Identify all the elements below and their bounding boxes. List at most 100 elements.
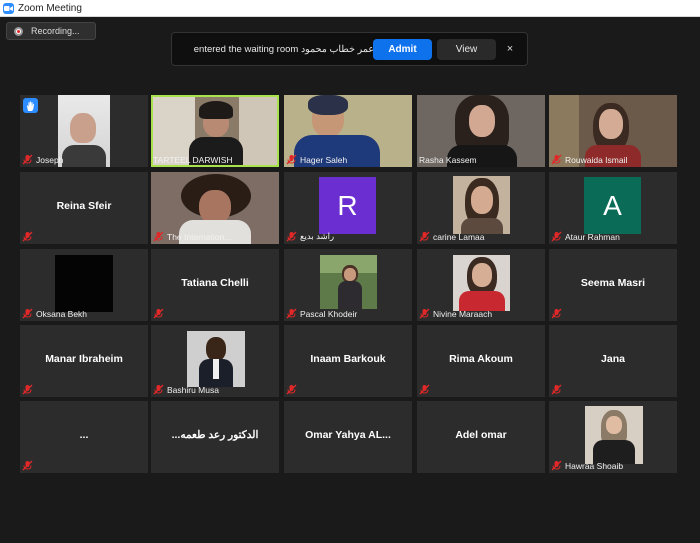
microphone-muted-icon bbox=[551, 154, 562, 165]
participant-video bbox=[187, 331, 245, 387]
participant-tile[interactable]: Adel omar bbox=[417, 401, 545, 473]
participant-label: Bashiru Musa bbox=[153, 384, 219, 395]
participant-tile[interactable]: carine Lamaa bbox=[417, 172, 545, 244]
view-button[interactable]: View bbox=[437, 39, 496, 60]
participant-tile[interactable]: Rasha Kassem bbox=[417, 95, 545, 167]
participant-name: Manar Ibraheim bbox=[45, 353, 123, 365]
participant-name: Inaam Barkouk bbox=[310, 353, 386, 365]
microphone-muted-icon bbox=[551, 460, 562, 471]
participant-label bbox=[551, 308, 565, 319]
microphone-muted-icon bbox=[551, 231, 562, 242]
participant-label: carine Lamaa bbox=[419, 231, 485, 242]
participant-name: Nivine Maraach bbox=[433, 308, 493, 319]
participant-label: Pascal Khodeir bbox=[286, 308, 357, 319]
participant-video bbox=[55, 255, 113, 312]
participant-label: Hager Saleh bbox=[286, 154, 347, 165]
microphone-muted-icon bbox=[419, 384, 430, 395]
microphone-muted-icon bbox=[22, 460, 33, 471]
participant-tile[interactable]: Manar Ibraheim bbox=[20, 325, 148, 397]
participant-name: Hager Saleh bbox=[300, 154, 348, 165]
microphone-muted-icon bbox=[286, 154, 297, 165]
participant-video bbox=[320, 255, 377, 309]
participant-label bbox=[153, 308, 167, 319]
participant-tile[interactable]: Rouwaida Ismail bbox=[549, 95, 677, 167]
participant-name: The Internation... bbox=[167, 231, 232, 242]
participant-name: TARTEEL DARWISH bbox=[153, 155, 233, 165]
participant-tile[interactable]: Oksana Bekh bbox=[20, 249, 148, 321]
participant-avatar: R bbox=[319, 177, 376, 234]
participant-name: Reina Sfeir bbox=[56, 200, 112, 212]
participant-name: راشد بديع bbox=[300, 231, 335, 241]
participant-tile[interactable]: Hager Saleh bbox=[284, 95, 412, 167]
participant-name: carine Lamaa bbox=[433, 231, 485, 242]
participant-video bbox=[453, 176, 510, 234]
participant-tile[interactable]: R راشد بديع bbox=[284, 172, 412, 244]
microphone-muted-icon bbox=[419, 231, 430, 242]
participant-name: Rouwaida Ismail bbox=[565, 154, 628, 165]
close-notification-icon[interactable]: × bbox=[504, 41, 516, 57]
microphone-muted-icon bbox=[551, 384, 562, 395]
participant-name: ... bbox=[79, 429, 89, 441]
participant-tile[interactable]: Omar Yahya AL... bbox=[284, 401, 412, 473]
participant-tile[interactable]: A Ataur Rahman bbox=[549, 172, 677, 244]
participant-label: The Internation... bbox=[153, 231, 231, 242]
participant-tile[interactable]: Reina Sfeir bbox=[20, 172, 148, 244]
participant-name: Rasha Kassem bbox=[419, 155, 477, 165]
admit-button[interactable]: Admit bbox=[373, 39, 432, 60]
participant-avatar: A bbox=[584, 177, 641, 234]
participant-tile[interactable]: Bashiru Musa bbox=[151, 325, 279, 397]
microphone-muted-icon bbox=[551, 308, 562, 319]
participant-tile[interactable]: Inaam Barkouk bbox=[284, 325, 412, 397]
microphone-muted-icon bbox=[286, 231, 297, 242]
participant-tile[interactable]: The Internation... bbox=[151, 172, 279, 244]
participant-label: Oksana Bekh bbox=[22, 308, 87, 319]
participant-name: Ataur Rahman bbox=[565, 231, 620, 242]
participant-tile[interactable]: Rima Akoum bbox=[417, 325, 545, 397]
participant-name: Rima Akoum bbox=[449, 353, 513, 365]
participant-name: Adel omar bbox=[455, 429, 507, 441]
participant-name: Hawraa Shoaib bbox=[565, 460, 624, 471]
participant-label bbox=[22, 384, 36, 395]
participant-video bbox=[453, 255, 510, 311]
participant-tile-active-speaker[interactable]: TARTEEL DARWISH bbox=[151, 95, 279, 167]
participant-label bbox=[286, 384, 300, 395]
microphone-muted-icon bbox=[153, 308, 164, 319]
participant-tile[interactable]: Pascal Khodeir bbox=[284, 249, 412, 321]
participant-tile[interactable]: Seema Masri bbox=[549, 249, 677, 321]
participant-label bbox=[22, 231, 36, 242]
participant-label: Nivine Maraach bbox=[419, 308, 492, 319]
waiting-room-notification: عمر خطاب محمود entered the waiting room … bbox=[171, 32, 528, 66]
participant-name: Tatiana Chelli bbox=[181, 277, 249, 289]
participant-label: Joseph bbox=[22, 154, 63, 165]
participant-tile[interactable]: الدكتور رعد طعمه... bbox=[151, 401, 279, 473]
participant-video bbox=[58, 95, 110, 167]
zoom-app-icon bbox=[3, 2, 14, 14]
participant-video bbox=[585, 406, 643, 464]
participant-name: Joseph bbox=[36, 154, 64, 165]
microphone-muted-icon bbox=[153, 384, 164, 395]
raised-hand-icon bbox=[23, 98, 38, 113]
participant-name: Omar Yahya AL... bbox=[305, 429, 391, 441]
participant-tile[interactable]: Tatiana Chelli bbox=[151, 249, 279, 321]
participant-tile[interactable]: Jana bbox=[549, 325, 677, 397]
microphone-muted-icon bbox=[419, 308, 430, 319]
participant-label bbox=[551, 384, 565, 395]
microphone-muted-icon bbox=[22, 384, 33, 395]
participant-tile[interactable]: Nivine Maraach bbox=[417, 249, 545, 321]
participant-name: Seema Masri bbox=[580, 277, 646, 289]
record-icon bbox=[14, 26, 23, 36]
participant-tile[interactable]: ... bbox=[20, 401, 148, 473]
participant-label: Rouwaida Ismail bbox=[551, 154, 627, 165]
window-titlebar: Zoom Meeting bbox=[0, 0, 700, 17]
window-title: Zoom Meeting bbox=[18, 2, 82, 14]
participant-tile[interactable]: Hawraa Shoaib bbox=[549, 401, 677, 473]
microphone-muted-icon bbox=[22, 231, 33, 242]
recording-label: Recording... bbox=[31, 26, 80, 36]
recording-indicator[interactable]: Recording... bbox=[6, 22, 96, 40]
participant-name: Pascal Khodeir bbox=[300, 308, 358, 319]
participant-label bbox=[419, 384, 433, 395]
participant-label bbox=[22, 460, 36, 471]
participant-name: الدكتور رعد طعمه... bbox=[171, 429, 259, 441]
participant-name: Jana bbox=[601, 353, 625, 365]
participant-tile[interactable]: Joseph bbox=[20, 95, 148, 167]
